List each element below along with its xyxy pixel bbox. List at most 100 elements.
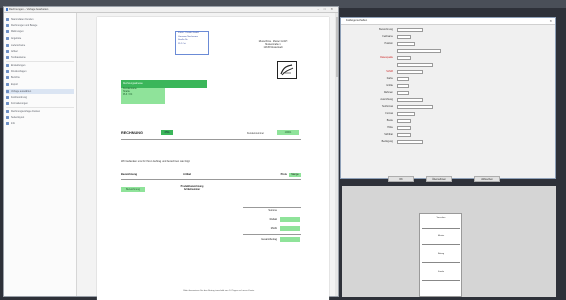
field-properties-dialog: Feldeigenschaften ✕ Bezeichnung Feldname P…: [340, 17, 556, 179]
field-input[interactable]: [397, 119, 411, 123]
form-row: Größe: [347, 83, 551, 88]
sidebar-item-icon: [6, 90, 9, 93]
window-controls[interactable]: – □ ✕: [317, 7, 335, 12]
form-row: [347, 62, 551, 67]
sidebar-item-icon: [6, 96, 9, 99]
invoice-title: RECHNUNG: [121, 131, 143, 135]
column-header: Artikel: [183, 173, 191, 176]
sidebar-item[interactable]: Einstellungen: [6, 63, 74, 68]
field-input[interactable]: [397, 140, 423, 144]
recipient-line: PLZ Ort: [176, 43, 208, 47]
field-label: Format: [385, 111, 393, 116]
sidebar-item-icon: [6, 64, 9, 67]
sidebar-item[interactable]: Artikel: [6, 49, 74, 54]
sum-label: Summe: [243, 209, 277, 212]
form-row: Sichtbar: [347, 132, 551, 137]
field-label: Bezeichnung: [379, 27, 393, 32]
sidebar-item-icon: [6, 83, 9, 86]
sidebar-item[interactable]: Angebote: [6, 36, 74, 41]
form-row: Rahmen: [347, 90, 551, 95]
field-input[interactable]: [397, 70, 423, 74]
sidebar-item[interactable]: Lieferscheine: [6, 43, 74, 48]
logo-image[interactable]: [277, 61, 297, 79]
field-input[interactable]: [397, 77, 409, 81]
field-input[interactable]: [397, 63, 433, 67]
column-header: Preis: [281, 173, 287, 176]
sidebar-item[interactable]: Export: [6, 82, 74, 87]
scrollbar-thumb[interactable]: [336, 17, 338, 77]
sidebar-item[interactable]: Rechnungsvorlage drucken: [6, 109, 74, 114]
sum-value-field[interactable]: [280, 237, 300, 242]
sum-label: MwSt: [243, 227, 277, 230]
sidebar-item[interactable]: Druckvorlagen: [6, 69, 74, 74]
sidebar-item[interactable]: Vorlage auswählen: [6, 89, 74, 94]
customer-number-field[interactable]: 10001: [277, 130, 299, 135]
field-label: Schrift: [386, 69, 393, 74]
sum-value-field[interactable]: [280, 208, 300, 213]
invoice-number-field[interactable]: 4711: [161, 130, 173, 135]
sidebar-item[interactable]: Mahnungen: [6, 29, 74, 34]
customer-number-label: Kundennummer: [247, 132, 264, 135]
sidebar-item[interactable]: Textbausteine: [6, 55, 74, 60]
sidebar-item-label: Mahnungen: [11, 29, 73, 34]
sidebar-item-icon: [6, 70, 9, 73]
form-row: Bedingung: [347, 139, 551, 144]
sum-value-field[interactable]: [280, 226, 300, 231]
field-input[interactable]: [397, 105, 433, 109]
app-window: Rechnungen – Vorlage bearbeiten – □ ✕ St…: [3, 6, 339, 297]
form-row: Position: [347, 41, 551, 46]
field-label: Rahmen: [384, 90, 393, 95]
sidebar-item[interactable]: Feldzuordnung: [6, 95, 74, 100]
sidebar-item[interactable]: Stammdaten Kunden: [6, 17, 74, 22]
sidebar-item-icon: [6, 116, 9, 119]
field-input[interactable]: [397, 91, 409, 95]
sidebar-item-label: Feldzuordnung: [11, 95, 73, 100]
form-row: Breite: [347, 118, 551, 123]
sidebar-item-label: Rechnungsvorlage drucken: [11, 109, 73, 114]
sidebar-item-label: Lieferscheine: [11, 43, 73, 48]
dialog-title-bar: Feldeigenschaften ✕: [341, 18, 555, 25]
table-header: Bezeichnung Artikel Preis Menge: [121, 173, 301, 178]
field-input[interactable]: [397, 49, 441, 53]
ok-button[interactable]: OK: [388, 176, 414, 182]
field-input[interactable]: [397, 56, 411, 60]
sum-label: Rabatt: [243, 218, 277, 221]
sidebar-item[interactable]: Seitenlayout: [6, 115, 74, 120]
form-row: Format: [347, 111, 551, 116]
sidebar-item[interactable]: Info: [6, 121, 74, 126]
sum-label: Gesamtbetrag: [243, 238, 277, 241]
window-title: Rechnungen – Vorlage bearbeiten: [9, 7, 48, 12]
sidebar-item[interactable]: Formatierungen: [6, 101, 74, 106]
field-input[interactable]: [397, 98, 423, 102]
field-label: Feldname: [382, 34, 393, 39]
apply-button[interactable]: Übernehmen: [426, 176, 452, 182]
vertical-scrollbar[interactable]: [335, 13, 338, 296]
divider: [121, 139, 301, 140]
field-input[interactable]: [397, 28, 423, 32]
preview-card[interactable]: VorschauMusterBetragKunde: [419, 213, 462, 297]
form-row: Schrift: [347, 69, 551, 74]
billing-address-field[interactable]: Kundenname Straße PLZ / Ort: [121, 88, 165, 104]
field-input[interactable]: [397, 35, 411, 39]
form-row: Datenquelle: [347, 55, 551, 60]
logo-graphic: [278, 62, 296, 78]
column-field[interactable]: Menge: [289, 173, 301, 178]
field-input[interactable]: [397, 84, 409, 88]
sidebar-item-icon: [6, 122, 9, 125]
intro-text: Wir bedanken uns für Ihren Auftrag und b…: [121, 160, 190, 163]
field-input[interactable]: [397, 42, 415, 46]
field-input[interactable]: [397, 133, 411, 137]
billing-address-header[interactable]: Rechnungsadresse: [121, 80, 207, 88]
sidebar-item[interactable]: Rechnungen und Belege: [6, 23, 74, 28]
billing-line: PLZ / Ort: [121, 94, 165, 97]
sum-value-field[interactable]: [280, 217, 300, 222]
recipient-address-box[interactable]: Firma · Kunde GmbH Vorname Nachname Stra…: [175, 31, 209, 55]
sidebar-item[interactable]: Berichte: [6, 75, 74, 80]
field-input[interactable]: [397, 126, 411, 130]
field-input[interactable]: [397, 112, 415, 116]
close-icon[interactable]: ✕: [549, 18, 552, 24]
cancel-button[interactable]: Abbrechen: [474, 176, 500, 182]
billing-address-header-label: Rechnungsadresse: [121, 83, 143, 85]
sidebar-item-icon: [6, 24, 9, 27]
item-name-field[interactable]: Bezeichnung: [121, 187, 145, 192]
